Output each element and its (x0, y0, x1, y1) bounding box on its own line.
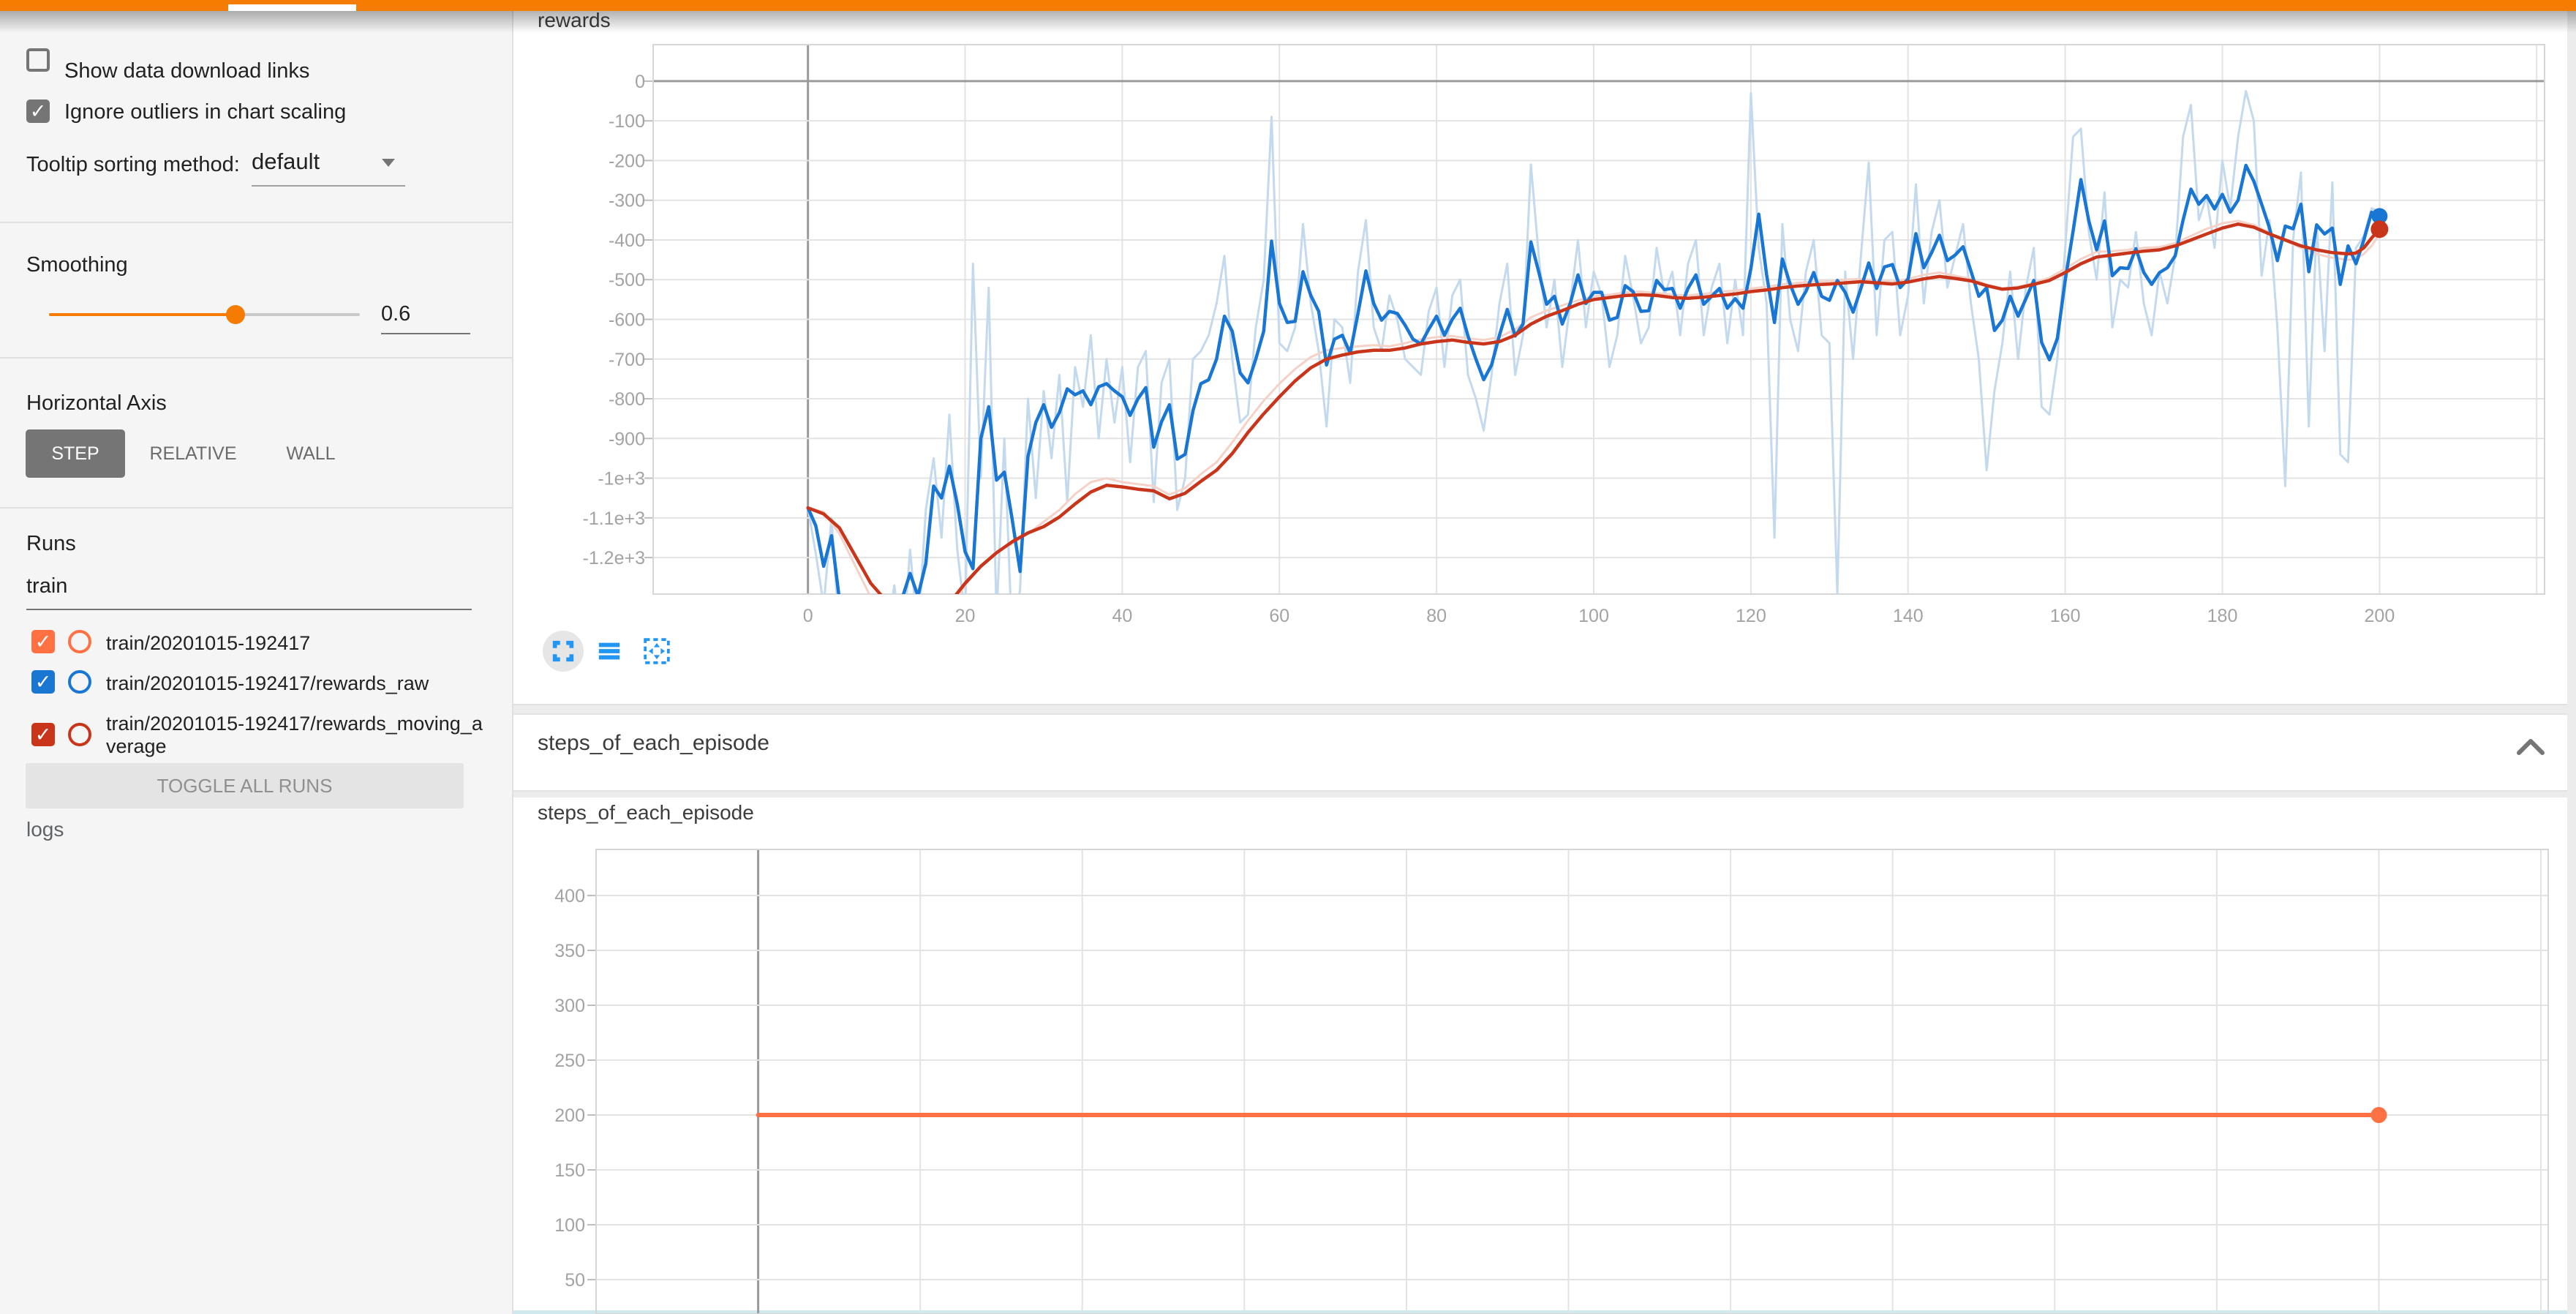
run-checkbox[interactable]: ✓ (31, 723, 55, 746)
divider (0, 222, 512, 223)
y-tick-label: -200 (609, 151, 645, 171)
active-tab-indicator (228, 4, 356, 11)
x-tick-label: 20 (955, 606, 976, 626)
y-tick-label: -1.2e+3 (583, 548, 646, 568)
x-tick-label: 200 (2365, 606, 2395, 626)
x-tick-label: 80 (1426, 606, 1447, 626)
x-tick-label: 40 (1112, 606, 1132, 626)
smoothing-label: Smoothing (26, 253, 128, 277)
dropdown-arrow-icon (382, 159, 395, 167)
y-tick-label: -800 (609, 389, 645, 410)
collapse-section-button[interactable] (2509, 725, 2553, 769)
run-label: train/20201015-192417/rewards_moving_ave… (106, 713, 483, 758)
run-checkbox[interactable]: ✓ (31, 630, 55, 653)
tooltip-sorting-dropdown[interactable]: default (252, 149, 405, 187)
divider (0, 357, 512, 358)
runs-group-logs: logs (26, 818, 64, 841)
y-tick-label: -1.1e+3 (583, 508, 646, 529)
y-tick-label: -300 (609, 191, 645, 211)
top-app-bar (0, 0, 2576, 11)
toggle-all-runs-button[interactable]: TOGGLE ALL RUNS (26, 763, 464, 808)
x-tick-label: 140 (1893, 606, 1924, 626)
y-tick-label: -1e+3 (598, 469, 645, 489)
show-data-download-links-label: Show data download links (64, 59, 309, 83)
run-label: train/20201015-192417 (106, 632, 486, 655)
show-data-download-links-checkbox[interactable] (26, 48, 50, 72)
y-tick-label: -500 (609, 270, 645, 290)
run-row[interactable]: ✓ train/20201015-192417/rewards_raw (0, 669, 512, 696)
run-row[interactable]: ✓ train/20201015-192417/rewards_moving_a… (0, 711, 512, 759)
run-color-circle[interactable] (68, 630, 91, 653)
y-tick-label: 350 (554, 941, 585, 961)
x-tick-label: 60 (1269, 606, 1289, 626)
axis-relative-button[interactable]: RELATIVE (143, 429, 243, 478)
axis-step-button[interactable]: STEP (26, 429, 125, 478)
chevron-up-icon (2509, 725, 2553, 769)
tooltip-sorting-value: default (252, 149, 320, 174)
x-tick-label: 0 (803, 606, 813, 626)
run-color-circle[interactable] (68, 670, 91, 694)
smoothing-slider-fill (49, 313, 236, 316)
y-tick-label: 50 (565, 1270, 585, 1291)
tooltip-sorting-label: Tooltip sorting method: (26, 153, 240, 177)
x-tick-label: 180 (2207, 606, 2238, 626)
smoothing-value-input[interactable]: 0.6 (381, 302, 470, 334)
x-tick-label: 100 (1578, 606, 1609, 626)
y-tick-label: 0 (635, 72, 645, 92)
steps-section-title: steps_of_each_episode (538, 731, 769, 756)
y-tick-label: 200 (554, 1105, 585, 1126)
run-row[interactable]: ✓ train/20201015-192417 (0, 629, 512, 656)
x-tick-label: 160 (2050, 606, 2081, 626)
steps-chart-plot-area[interactable]: 400 350 300 250 200 150 100 50 (513, 797, 2567, 1314)
series-end-dot[interactable] (2370, 220, 2388, 238)
y-tick-label: 150 (554, 1160, 585, 1181)
rewards-chart-plot-area[interactable]: 0 -100 -200 -300 -400 -500 -600 -700 -800 -900 -1e… (513, 11, 2567, 704)
run-label: train/20201015-192417/rewards_raw (106, 672, 486, 695)
y-tick-label: -700 (609, 350, 645, 370)
horizontal-axis-label: Horizontal Axis (26, 391, 167, 416)
y-tick-label: -400 (609, 230, 645, 251)
run-color-circle[interactable] (68, 723, 91, 746)
smoothing-slider-thumb[interactable] (226, 305, 245, 324)
y-tick-label: 300 (554, 996, 585, 1016)
ignore-outliers-label: Ignore outliers in chart scaling (64, 100, 346, 124)
x-tick-label: 120 (1736, 606, 1766, 626)
axis-wall-button[interactable]: WALL (263, 429, 358, 478)
runs-label: Runs (26, 532, 76, 556)
divider (0, 507, 512, 508)
ignore-outliers-checkbox[interactable]: ✓ (26, 100, 50, 123)
runs-filter-value: train (26, 574, 67, 598)
series-end-dot[interactable] (2370, 1107, 2387, 1123)
y-tick-label: 400 (554, 886, 585, 906)
runs-filter-input[interactable]: train (26, 574, 472, 610)
y-tick-label: 100 (554, 1215, 585, 1236)
steps-section-header[interactable]: steps_of_each_episode (513, 713, 2567, 792)
y-tick-label: 250 (554, 1051, 585, 1071)
settings-sidebar: Show data download links ✓ Ignore outlie… (0, 11, 513, 1314)
y-tick-label: -100 (609, 111, 645, 132)
run-checkbox[interactable]: ✓ (31, 670, 55, 694)
y-tick-label: -600 (609, 310, 645, 331)
y-tick-label: -900 (609, 429, 645, 449)
smoothing-value: 0.6 (381, 302, 410, 326)
plot-frame (596, 849, 2548, 1314)
